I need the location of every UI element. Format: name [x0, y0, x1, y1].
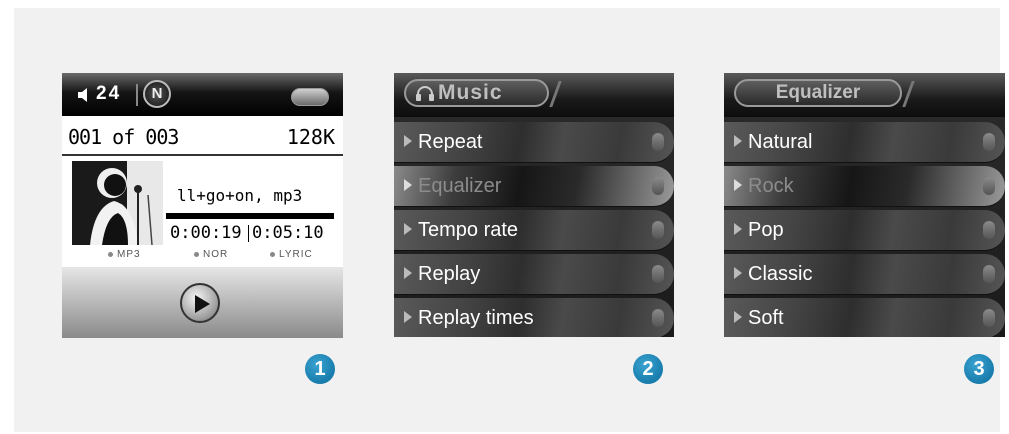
- format-tags: MP3 NOR LYRIC: [62, 249, 343, 265]
- album-art: [72, 161, 163, 246]
- item-indicator: [983, 221, 995, 239]
- volume-level: 24: [96, 83, 122, 104]
- control-panel: [62, 267, 343, 338]
- menu-item-soft[interactable]: Soft: [724, 298, 1005, 337]
- play-icon: [195, 295, 210, 313]
- menu-item-natural[interactable]: Natural: [724, 122, 1005, 163]
- bullet-icon: [108, 251, 113, 257]
- step-badge-2: 2: [633, 354, 663, 384]
- tag-mp3: MP3: [108, 249, 141, 260]
- track-count: 001 of 003: [68, 125, 179, 149]
- arrow-right-icon: [404, 223, 412, 235]
- elapsed-time: 0:00:19: [170, 223, 242, 243]
- menu-item-label: Soft: [748, 307, 784, 329]
- arrow-right-icon: [734, 135, 742, 147]
- menu-item-label: Natural: [748, 131, 813, 153]
- menu-item-label: Equalizer: [418, 175, 502, 197]
- speaker-icon: [78, 88, 87, 102]
- item-indicator: [652, 309, 664, 327]
- menu-header: Equalizer: [724, 73, 1005, 117]
- menu-item-label: Replay: [418, 263, 481, 285]
- arrow-right-icon: [404, 135, 412, 147]
- menu-item-classic[interactable]: Classic: [724, 254, 1005, 295]
- header-divider: [902, 81, 915, 107]
- tag-label: MP3: [117, 249, 141, 260]
- menu-item-label: Classic: [748, 263, 813, 285]
- menu-title: Music: [438, 81, 503, 104]
- step-badge-3: 3: [964, 354, 994, 384]
- track-filename: ll+go+on, mp3: [177, 186, 303, 205]
- menu-item-pop[interactable]: Pop: [724, 210, 1005, 251]
- item-indicator: [652, 133, 664, 151]
- mode-badge: N: [143, 80, 171, 108]
- status-bar: 24 N: [62, 73, 343, 116]
- item-indicator: [652, 265, 664, 283]
- tag-label: NOR: [203, 249, 229, 260]
- menu-item-replay[interactable]: Replay: [394, 254, 674, 295]
- menu-item-label: Replay times: [418, 307, 534, 329]
- battery-icon: [291, 88, 329, 106]
- menu-list: Repeat Equalizer Tempo rate Replay Repla: [394, 122, 674, 337]
- bullet-icon: [270, 251, 275, 257]
- figure-background: 24 N 001 of 003 128K ll+go+on, mp3 0:00:…: [14, 8, 1005, 432]
- arrow-right-icon: [404, 179, 412, 191]
- arrow-right-icon: [734, 179, 742, 191]
- menu-item-repeat[interactable]: Repeat: [394, 122, 674, 163]
- menu-item-label: Tempo rate: [418, 219, 519, 241]
- tag-lyric: LYRIC: [270, 249, 313, 260]
- menu-item-rock[interactable]: Rock: [724, 166, 1005, 207]
- arrow-right-icon: [734, 267, 742, 279]
- menu-item-equalizer[interactable]: Equalizer: [394, 166, 674, 207]
- time-divider: [248, 225, 249, 242]
- menu-item-label: Repeat: [418, 131, 483, 153]
- bitrate: 128K: [286, 125, 335, 149]
- singer-silhouette-icon: [72, 161, 163, 246]
- arrow-right-icon: [734, 223, 742, 235]
- play-button[interactable]: [180, 283, 220, 323]
- progress-bar[interactable]: [166, 213, 334, 219]
- divider-line: [62, 154, 343, 156]
- equalizer-menu-screen: Equalizer Natural Rock Pop Classic Soft: [724, 73, 1005, 337]
- status-divider: [136, 84, 138, 106]
- menu-title-tab: Music: [404, 79, 549, 107]
- tag-label: LYRIC: [279, 249, 313, 260]
- tag-nor: NOR: [194, 249, 228, 260]
- menu-item-tempo-rate[interactable]: Tempo rate: [394, 210, 674, 251]
- headphones-icon: [416, 86, 434, 102]
- item-indicator: [983, 177, 995, 195]
- item-indicator: [983, 309, 995, 327]
- menu-item-label: Pop: [748, 219, 784, 241]
- menu-title: Equalizer: [775, 82, 861, 103]
- menu-item-replay-times[interactable]: Replay times: [394, 298, 674, 337]
- arrow-right-icon: [734, 311, 742, 323]
- arrow-right-icon: [404, 267, 412, 279]
- header-divider: [549, 81, 562, 107]
- player-screen: 24 N 001 of 003 128K ll+go+on, mp3 0:00:…: [62, 73, 343, 338]
- menu-header: Music: [394, 73, 674, 117]
- item-indicator: [652, 177, 664, 195]
- bullet-icon: [194, 251, 199, 257]
- music-menu-screen: Music Repeat Equalizer Tempo rate Replay…: [394, 73, 674, 337]
- item-indicator: [983, 133, 995, 151]
- menu-title-tab: Equalizer: [734, 79, 902, 107]
- arrow-right-icon: [404, 311, 412, 323]
- step-badge-1: 1: [305, 354, 335, 384]
- item-indicator: [652, 221, 664, 239]
- menu-item-label: Rock: [748, 175, 794, 197]
- total-time: 0:05:10: [252, 223, 324, 243]
- item-indicator: [983, 265, 995, 283]
- menu-list: Natural Rock Pop Classic Soft: [724, 122, 1005, 337]
